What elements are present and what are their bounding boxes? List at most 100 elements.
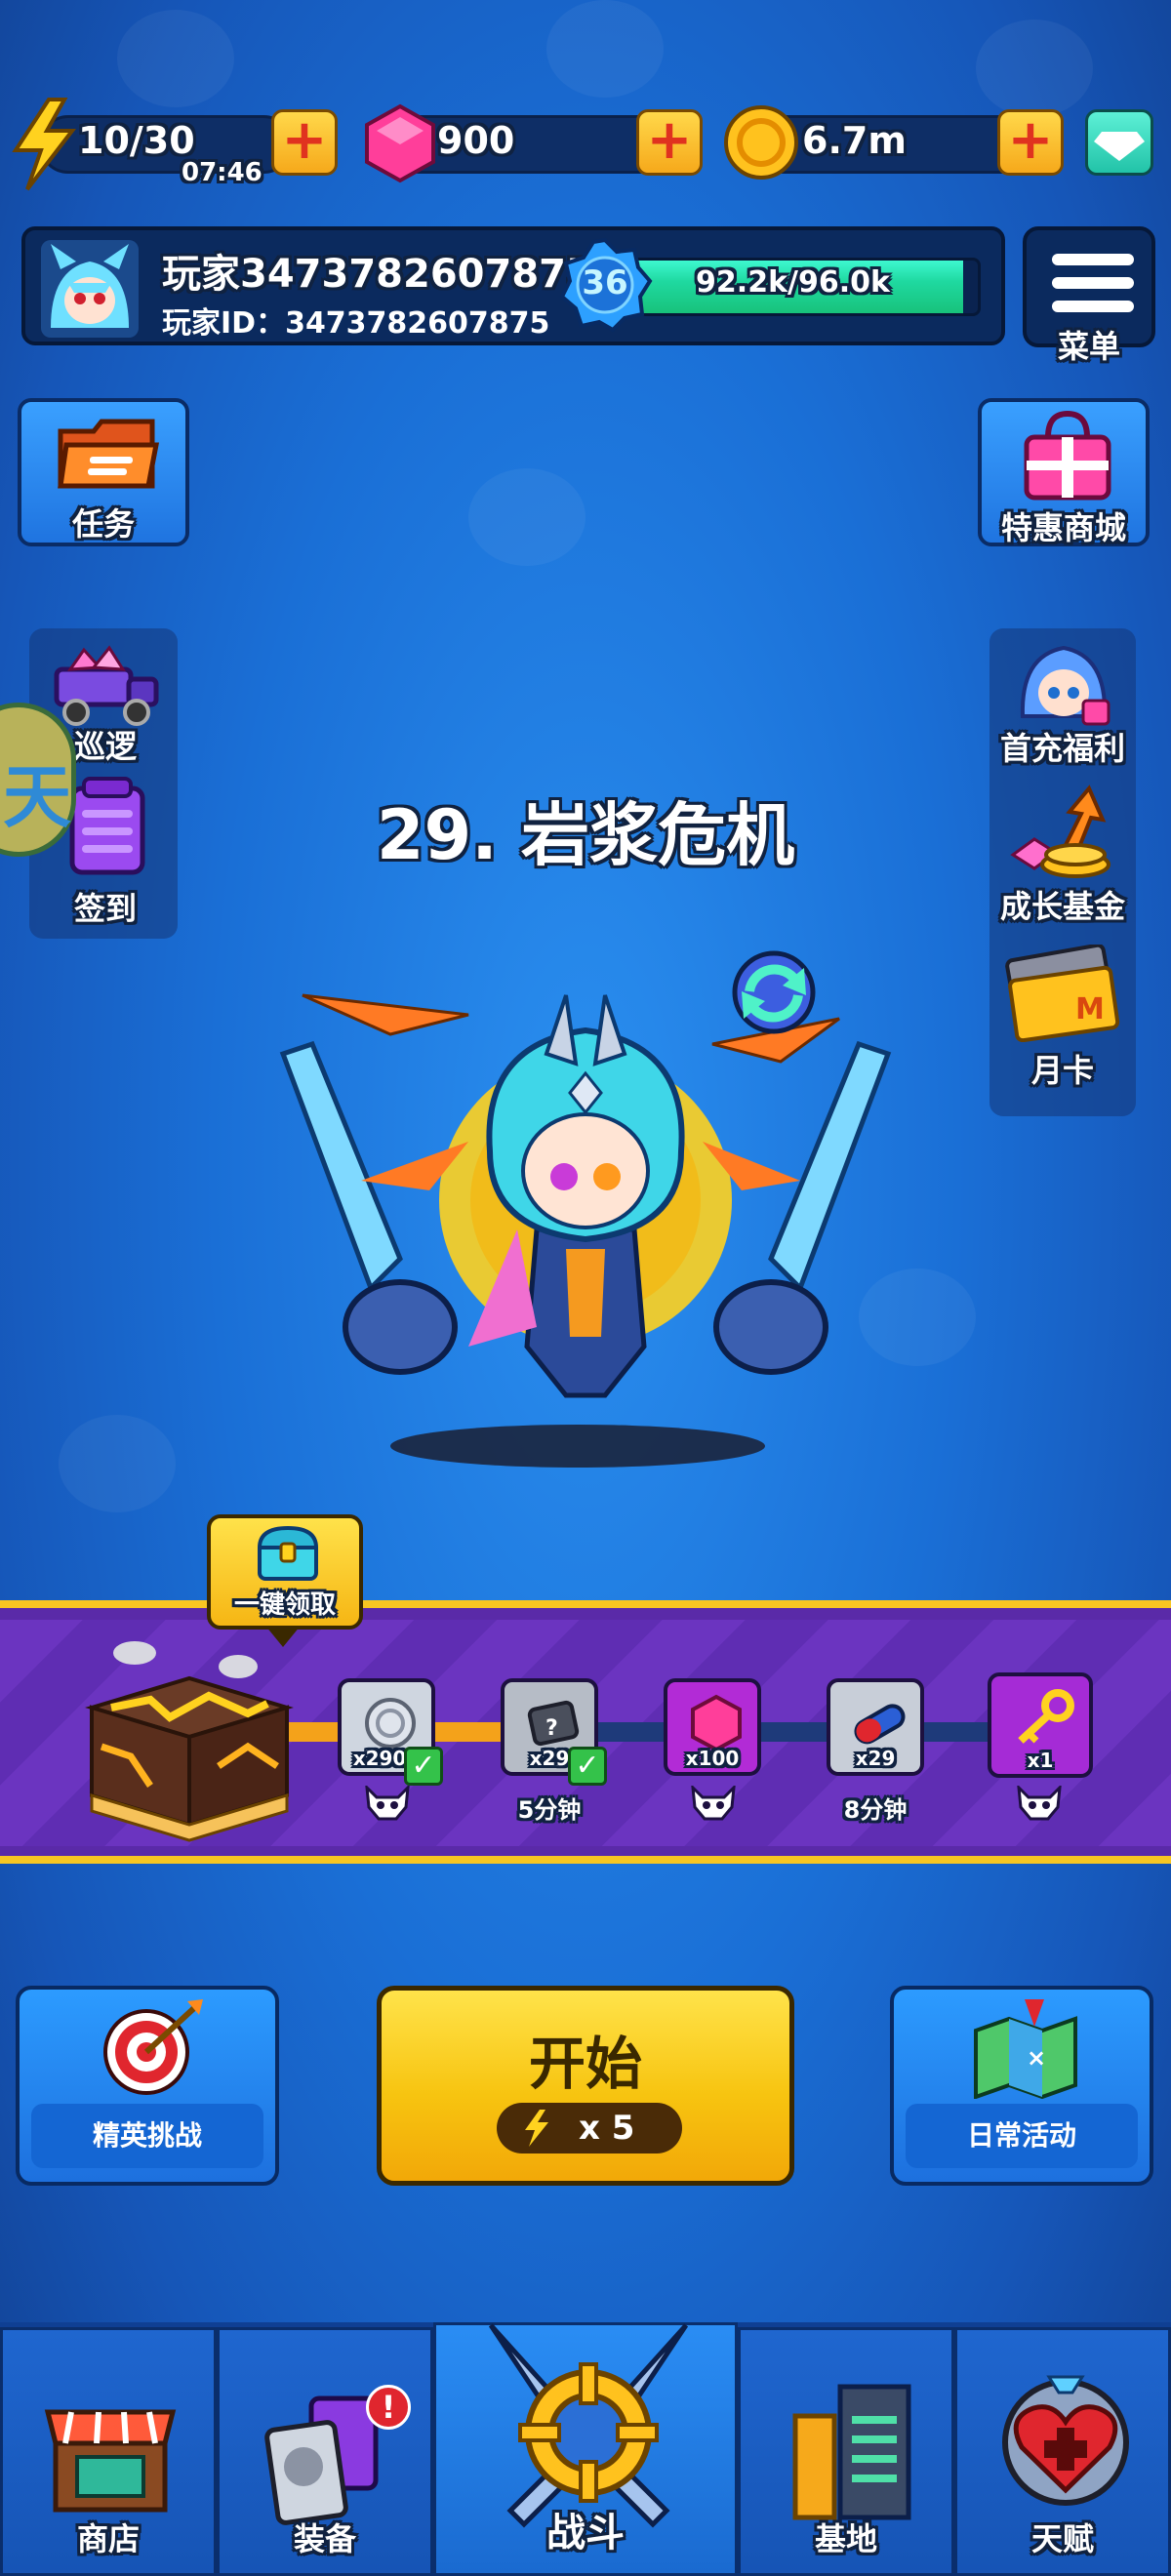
diamond-icon — [1094, 132, 1145, 161]
reward-qty: x100 — [685, 1747, 740, 1770]
level-value: 36 — [582, 263, 628, 302]
notification-badge-icon: ! — [366, 2385, 411, 2430]
reward-qty: x29 — [855, 1747, 896, 1770]
claim-all-label: 一键领取 — [233, 1590, 336, 1620]
monthly-card-label: 月卡 — [1030, 1052, 1094, 1089]
claimed-check-icon: ✓ — [404, 1747, 443, 1786]
background-paw — [117, 10, 234, 107]
vip-button[interactable] — [1085, 109, 1153, 176]
menu-label: 菜单 — [1057, 328, 1120, 365]
plus-icon: + — [281, 108, 328, 172]
lightning-icon — [525, 2110, 548, 2147]
menu-icon-bar — [1052, 277, 1134, 289]
start-cost: x 5 — [497, 2103, 682, 2153]
menu-icon-bar — [1052, 301, 1134, 312]
claimed-check-icon: ✓ — [568, 1747, 607, 1786]
svg-text:?: ? — [545, 1716, 558, 1741]
menu-icon — [1052, 254, 1134, 265]
nav-base-label: 基地 — [814, 2520, 877, 2557]
battle-crosshair-icon — [488, 2323, 689, 2528]
add-energy-button[interactable]: + — [271, 109, 338, 176]
plus-icon: + — [646, 108, 693, 172]
player-name: 玩家3473782607875 — [162, 252, 593, 297]
stage-title: 29. 岩浆危机 — [376, 795, 795, 875]
claim-all-pointer — [265, 1626, 301, 1647]
target-icon — [103, 1999, 203, 2095]
skull-icon — [365, 1786, 410, 1821]
nav-talent[interactable]: 天赋 — [954, 2327, 1171, 2576]
avatar-face-icon — [41, 240, 139, 338]
start-cost-value: x 5 — [579, 2109, 635, 2148]
truck-icon — [54, 645, 159, 726]
avatar[interactable] — [41, 240, 139, 338]
base-building-icon — [792, 2384, 911, 2520]
svg-text:×: × — [1027, 2044, 1046, 2072]
player-id: 玩家ID：3473782607875 — [162, 306, 550, 341]
svg-text:M: M — [1075, 992, 1105, 1026]
add-gems-button[interactable]: + — [636, 109, 703, 176]
lightning-icon — [12, 98, 77, 191]
skull-icon — [1017, 1786, 1062, 1821]
start-button[interactable]: 开始 x 5 — [377, 1986, 794, 2186]
gift-bag-icon — [1024, 410, 1111, 501]
chest-icon — [257, 1525, 319, 1581]
energy-value: 10/30 — [78, 119, 195, 162]
start-label: 开始 — [528, 2031, 642, 2097]
first-recharge-label: 首充福利 — [999, 730, 1125, 767]
xp-text: 92.2k/96.0k — [696, 265, 890, 300]
special-shop-label: 特惠商城 — [1000, 509, 1126, 546]
shop-icon — [44, 2409, 177, 2513]
gold-coin-icon — [724, 105, 798, 180]
card-icon: M — [1005, 945, 1120, 1042]
folder-icon — [58, 419, 160, 489]
milestone-label: 5分钟 — [517, 1796, 582, 1824]
key-icon — [1018, 1689, 1074, 1744]
background-paw — [976, 20, 1093, 117]
heart-shield-icon — [1002, 2375, 1129, 2506]
nav-talent-label: 天赋 — [1030, 2520, 1094, 2557]
milestone-label: 8分钟 — [843, 1796, 908, 1824]
swap-hero-icon[interactable] — [720, 948, 828, 1036]
silver-coin-icon — [365, 1698, 416, 1749]
hero-shadow — [390, 1425, 765, 1468]
add-gold-button[interactable]: + — [997, 109, 1064, 176]
gems-value: 900 — [437, 119, 515, 162]
background-paw — [546, 0, 664, 98]
gem-icon — [365, 103, 435, 183]
daily-events-label: 日常活动 — [906, 2104, 1138, 2168]
nav-shop-label: 商店 — [76, 2520, 140, 2557]
map-icon: × — [974, 1999, 1077, 2099]
special-shop-button[interactable]: 特惠商城 — [978, 398, 1150, 546]
mystery-ticket-icon: ? — [527, 1700, 580, 1747]
tasks-button[interactable]: 任务 — [18, 398, 189, 546]
plus-icon: + — [1007, 108, 1054, 172]
tasks-label: 任务 — [71, 505, 135, 543]
first-recharge-button[interactable]: 首充福利 — [989, 638, 1136, 775]
growth-fund-label: 成长基金 — [999, 888, 1125, 925]
claim-all-button[interactable]: 一键领取 — [207, 1514, 363, 1630]
background-paw — [468, 468, 586, 566]
reward-slot[interactable]: x29 — [827, 1678, 924, 1776]
gold-value: 6.7m — [802, 119, 907, 162]
nav-battle[interactable]: 战斗 — [433, 2322, 738, 2576]
nav-equipment[interactable]: ! 装备 — [217, 2327, 433, 2576]
daily-events-button[interactable]: × 日常活动 — [890, 1986, 1153, 2186]
lava-block-icon — [85, 1641, 294, 1842]
signin-label: 签到 — [73, 890, 137, 927]
elite-challenge-label: 精英挑战 — [31, 2104, 263, 2168]
nav-equipment-label: 装备 — [293, 2520, 356, 2557]
nav-battle-label: 战斗 — [546, 2511, 625, 2556]
energy-timer: 07:46 — [182, 158, 262, 187]
level-badge: 36 — [556, 236, 654, 334]
gem-icon — [691, 1694, 742, 1752]
monthly-card-button[interactable]: M 月卡 — [989, 945, 1136, 1091]
reward-slot[interactable]: x100 — [664, 1678, 761, 1776]
elite-challenge-button[interactable]: 精英挑战 — [16, 1986, 279, 2186]
skull-icon — [691, 1786, 736, 1821]
girl-portrait-icon — [1020, 645, 1110, 726]
nav-shop[interactable]: 商店 — [0, 2327, 217, 2576]
reward-slot[interactable]: x1 — [988, 1672, 1093, 1778]
pill-icon — [854, 1704, 906, 1745]
background-paw — [59, 1415, 176, 1512]
nav-base[interactable]: 基地 — [738, 2327, 954, 2576]
